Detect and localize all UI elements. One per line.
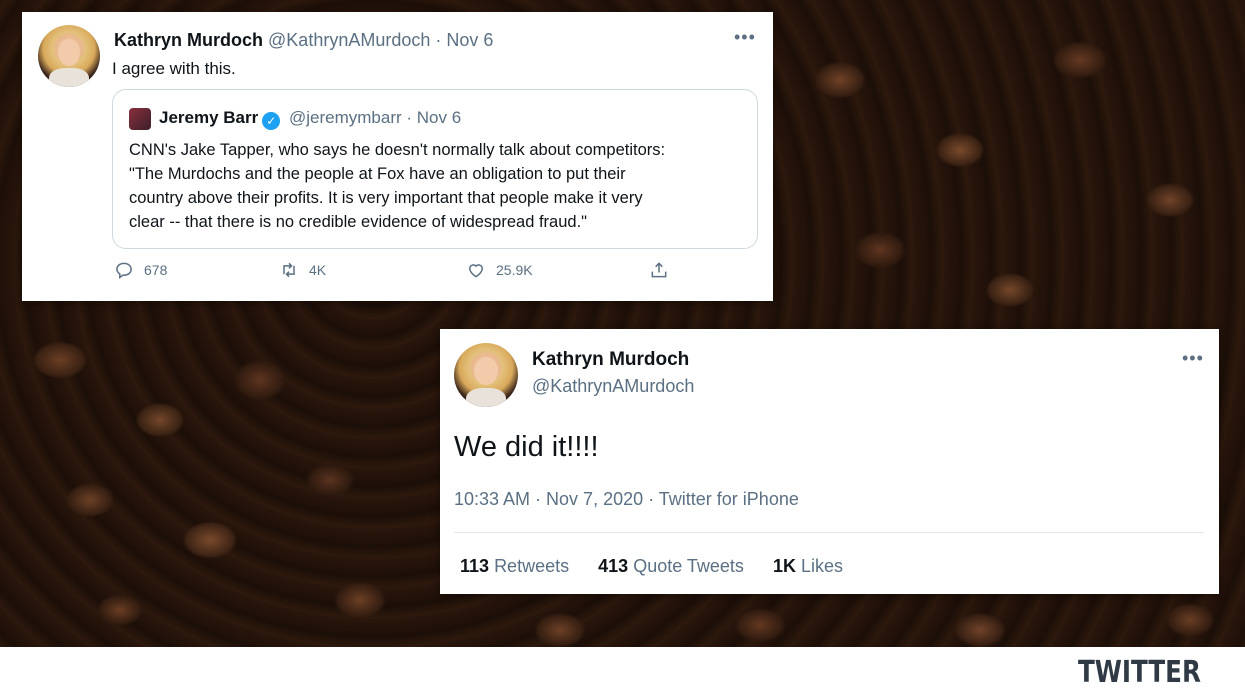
reply-count: 678 xyxy=(144,262,168,278)
avatar[interactable] xyxy=(454,343,518,407)
quoted-text: CNN's Jake Tapper, who says he doesn't n… xyxy=(129,138,749,234)
author-name[interactable]: Kathryn Murdoch xyxy=(532,349,689,371)
tweet-header: Kathryn Murdoch @KathrynAMurdoch · Nov 6 xyxy=(114,30,493,51)
tweet-card-quote: Kathryn Murdoch @KathrynAMurdoch · Nov 6… xyxy=(22,12,773,301)
quoted-text-line: country above their profits. It is very … xyxy=(129,189,643,207)
quote-tweets-label: Quote Tweets xyxy=(633,556,744,576)
retweets-label: Retweets xyxy=(494,556,570,576)
avatar-body xyxy=(49,68,89,87)
author-handle[interactable]: @KathrynAMurdoch xyxy=(268,30,430,50)
verified-badge-icon: ✓ xyxy=(262,112,281,130)
quoted-date[interactable]: · Nov 6 xyxy=(406,108,461,127)
footer-bar: TWITTER xyxy=(0,647,1245,700)
heart-icon xyxy=(468,264,484,278)
quoted-avatar[interactable] xyxy=(129,108,151,130)
avatar-face xyxy=(57,38,81,66)
source-label: TWITTER xyxy=(1078,655,1201,690)
tweet-stats: 113 Retweets 413 Quote Tweets 1K Likes xyxy=(460,556,867,577)
quoted-author-handle[interactable]: @jeremymbarr xyxy=(289,108,402,127)
tweet-meta[interactable]: 10:33 AM · Nov 7, 2020 · Twitter for iPh… xyxy=(454,489,799,510)
share-button[interactable] xyxy=(649,260,669,280)
like-button[interactable]: 25.9K xyxy=(466,260,533,280)
tweet-text: We did it!!!! xyxy=(454,431,599,463)
quoted-author-name[interactable]: Jeremy Barr xyxy=(159,108,258,127)
tweet-text: I agree with this. xyxy=(112,59,236,78)
avatar-body xyxy=(465,387,507,407)
quote-tweets-stat[interactable]: 413 Quote Tweets xyxy=(598,556,749,576)
retweet-icon xyxy=(283,262,295,278)
quoted-text-line: "The Murdochs and the people at Fox have… xyxy=(129,165,626,183)
reply-button[interactable]: 678 xyxy=(114,260,167,280)
likes-count: 1K xyxy=(772,556,796,576)
quoted-tweet[interactable]: Jeremy Barr ✓ @jeremymbarr · Nov 6 CNN's … xyxy=(112,89,758,249)
avatar-face xyxy=(474,357,498,386)
like-count: 25.9K xyxy=(496,262,533,278)
more-options-icon[interactable]: ••• xyxy=(1182,349,1204,367)
quote-tweets-count: 413 xyxy=(598,556,629,576)
more-options-icon[interactable]: ••• xyxy=(734,28,756,46)
retweets-count: 113 xyxy=(460,556,490,576)
tweet-actions: 678 4K 25.9K xyxy=(114,260,674,284)
author-name[interactable]: Kathryn Murdoch xyxy=(114,30,263,50)
reply-icon xyxy=(116,262,132,280)
divider xyxy=(454,532,1204,533)
tweet-card-detail: Kathryn Murdoch @KathrynAMurdoch ••• We … xyxy=(440,329,1219,594)
tweet-date[interactable]: · Nov 6 xyxy=(435,30,493,50)
retweet-button[interactable]: 4K xyxy=(279,260,326,280)
quoted-header: Jeremy Barr ✓ @jeremymbarr · Nov 6 xyxy=(159,108,461,130)
retweets-stat[interactable]: 113 Retweets xyxy=(460,556,574,576)
quoted-text-line: CNN's Jake Tapper, who says he doesn't n… xyxy=(129,141,666,159)
likes-label: Likes xyxy=(800,556,843,576)
likes-stat[interactable]: 1K Likes xyxy=(773,556,843,576)
avatar[interactable] xyxy=(38,25,100,87)
author-handle[interactable]: @KathrynAMurdoch xyxy=(532,376,694,397)
retweet-count: 4K xyxy=(309,262,327,278)
quoted-text-line: clear -- that there is no credible evide… xyxy=(129,213,588,231)
share-icon xyxy=(651,262,667,278)
